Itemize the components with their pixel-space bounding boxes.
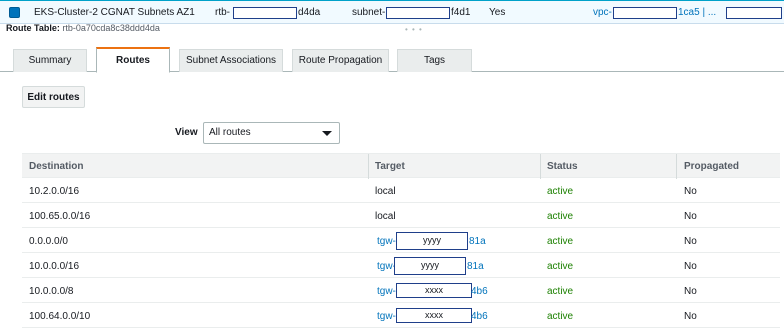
view-filter-value: All routes <box>209 127 251 138</box>
route-destination: 100.64.0.0/10 <box>29 311 91 322</box>
route-status: active <box>547 186 574 197</box>
redaction-box <box>613 7 677 19</box>
route-status: active <box>547 236 574 247</box>
route-table-id-prefix: rtb- <box>215 7 230 18</box>
target-link-prefix[interactable]: tgw- <box>377 311 396 322</box>
table-header: Destination Target Status Propagated <box>22 153 780 179</box>
resize-handle[interactable]: • • • <box>405 25 423 34</box>
target-link-prefix[interactable]: tgw- <box>377 286 396 297</box>
route-table-name: EKS-Cluster-2 CGNAT Subnets AZ1 <box>34 7 195 18</box>
table-row: 0.0.0.0/0 tgw- yyyy 81a active No <box>22 228 780 253</box>
view-label: View <box>175 127 198 138</box>
redaction-box: xxxx <box>396 283 472 298</box>
routes-table: Destination Target Status Propagated 10.… <box>22 153 780 328</box>
route-status: active <box>547 311 574 322</box>
table-row: 10.0.0.0/8 tgw- xxxx 4b6 active No <box>22 278 780 303</box>
target-link-suffix[interactable]: 4b6 <box>471 311 488 322</box>
route-target: local <box>375 186 396 197</box>
target-link-suffix[interactable]: 81a <box>469 236 486 247</box>
redaction-box <box>233 7 297 19</box>
route-propagated: No <box>684 261 697 272</box>
column-divider[interactable] <box>368 154 369 179</box>
target-link-prefix[interactable]: tgw- <box>377 236 396 247</box>
route-destination: 10.0.0.0/8 <box>29 286 74 297</box>
vpc-link-suffix[interactable]: 1ca5 | ... <box>678 7 716 18</box>
route-destination: 10.0.0.0/16 <box>29 261 80 272</box>
route-propagated: No <box>684 186 697 197</box>
redaction-box <box>726 7 782 19</box>
row-checkbox[interactable] <box>9 7 20 18</box>
route-propagated: No <box>684 236 697 247</box>
tab-tags[interactable]: Tags <box>397 49 472 72</box>
tab-route-propagation[interactable]: Route Propagation <box>292 49 389 72</box>
redaction-box: yyyy <box>396 232 468 250</box>
column-header-propagated[interactable]: Propagated <box>684 161 739 172</box>
subnet-id-suffix: f4d1 <box>451 7 471 18</box>
target-link-suffix[interactable]: 81a <box>467 261 484 272</box>
table-row: 100.65.0.0/16 local active No <box>22 203 780 228</box>
detail-tabs: Summary Routes Subnet Associations Route… <box>0 46 784 73</box>
tab-summary[interactable]: Summary <box>13 49 87 72</box>
column-header-status[interactable]: Status <box>547 161 578 172</box>
subnet-id-prefix: subnet- <box>352 7 386 18</box>
table-row: 100.64.0.0/10 tgw- xxxx 4b6 active No <box>22 303 780 328</box>
vpc-link-prefix[interactable]: vpc- <box>593 7 612 18</box>
redaction-box: xxxx <box>396 308 472 323</box>
main-flag: Yes <box>489 7 506 18</box>
route-propagated: No <box>684 286 697 297</box>
route-destination: 0.0.0.0/0 <box>29 236 68 247</box>
selected-route-table-row[interactable]: EKS-Cluster-2 CGNAT Subnets AZ1 rtb- d4d… <box>0 0 784 24</box>
table-row: 10.0.0.0/16 tgw- yyyy 81a active No <box>22 253 780 278</box>
route-status: active <box>547 261 574 272</box>
tab-routes[interactable]: Routes <box>96 47 170 73</box>
route-table-id-suffix: d4da <box>298 7 321 18</box>
redaction-box: yyyy <box>394 257 466 275</box>
column-header-target[interactable]: Target <box>375 161 405 172</box>
route-status: active <box>547 286 574 297</box>
column-divider[interactable] <box>676 154 677 179</box>
column-divider[interactable] <box>540 154 541 179</box>
column-header-destination[interactable]: Destination <box>29 161 83 172</box>
route-propagated: No <box>684 211 697 222</box>
redaction-box <box>386 7 450 19</box>
target-link-suffix[interactable]: 4b6 <box>471 286 488 297</box>
route-table-heading-value: rtb-0a70cda8c38ddd4da <box>62 24 160 33</box>
edit-routes-button[interactable]: Edit routes <box>22 86 85 108</box>
view-filter-select[interactable]: All routes <box>203 122 340 144</box>
chevron-down-icon <box>322 131 332 136</box>
route-table-heading: Route Table: rtb-0a70cda8c38ddd4da <box>6 24 160 34</box>
tab-subnet-associations[interactable]: Subnet Associations <box>179 49 283 72</box>
route-destination: 100.65.0.0/16 <box>29 211 91 222</box>
route-table-heading-label: Route Table: <box>6 24 60 33</box>
route-target: local <box>375 211 396 222</box>
route-status: active <box>547 211 574 222</box>
route-propagated: No <box>684 311 697 322</box>
table-row: 10.2.0.0/16 local active No <box>22 178 780 203</box>
route-destination: 10.2.0.0/16 <box>29 186 80 197</box>
